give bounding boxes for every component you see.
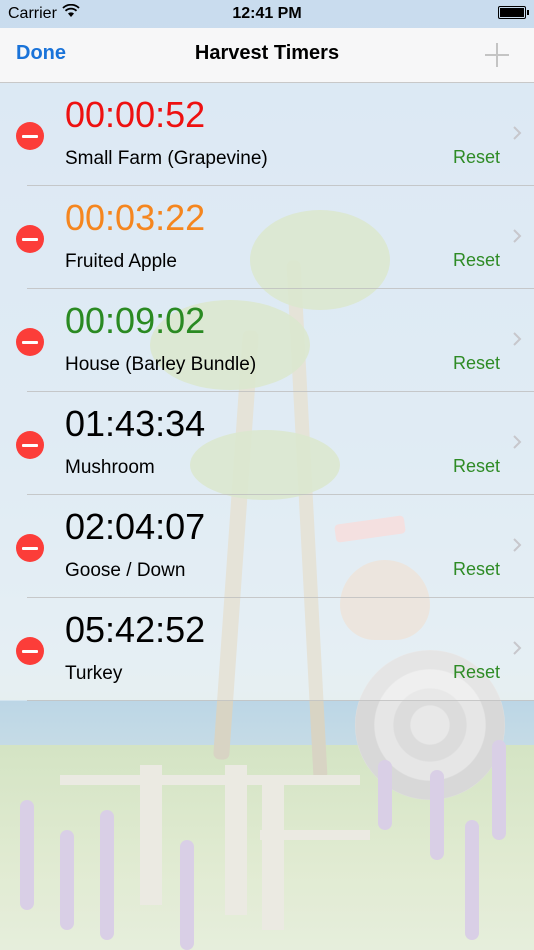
fence: [140, 765, 162, 905]
lavender-flower: [465, 820, 479, 940]
lavender-flower: [20, 800, 34, 910]
clock-label: 12:41 PM: [232, 5, 302, 22]
timer-list: 00:00:52 Small Farm (Grapevine) Reset 00…: [0, 83, 534, 701]
minus-icon: [22, 546, 38, 550]
delete-button[interactable]: [16, 328, 44, 356]
add-timer-button[interactable]: [480, 38, 514, 72]
battery-icon: [498, 6, 529, 19]
timer-name: Goose / Down: [65, 560, 186, 581]
fence: [260, 830, 370, 840]
chevron-right-icon: [513, 641, 522, 655]
chevron-right-icon: [513, 229, 522, 243]
chevron-right-icon: [513, 435, 522, 449]
row-separator: [27, 700, 534, 701]
timer-row[interactable]: 05:42:52 Turkey Reset: [0, 598, 534, 701]
chevron-right-icon: [513, 332, 522, 346]
minus-icon: [22, 340, 38, 344]
minus-icon: [22, 134, 38, 138]
reset-button[interactable]: Reset: [453, 557, 500, 581]
timer-name: Mushroom: [65, 457, 155, 478]
minus-icon: [22, 649, 38, 653]
lavender-flower: [492, 740, 506, 840]
fence: [60, 775, 360, 785]
timer-name: House (Barley Bundle): [65, 354, 257, 375]
status-bar: Carrier 12:41 PM: [0, 0, 534, 28]
timer-countdown: 02:04:07: [65, 506, 206, 547]
reset-button[interactable]: Reset: [453, 145, 500, 169]
fence: [225, 765, 247, 915]
timer-name: Small Farm (Grapevine): [65, 148, 268, 169]
lavender-flower: [60, 830, 74, 930]
timer-countdown: 01:43:34: [65, 403, 206, 444]
delete-button[interactable]: [16, 225, 44, 253]
chevron-right-icon: [513, 126, 522, 140]
plus-icon: [485, 43, 509, 67]
lavender-flower: [100, 810, 114, 940]
page-title: Harvest Timers: [194, 42, 340, 64]
reset-button[interactable]: Reset: [453, 454, 500, 478]
timer-row[interactable]: 01:43:34 Mushroom Reset: [0, 392, 534, 495]
navigation-bar: Done Harvest Timers: [0, 28, 534, 83]
minus-icon: [22, 443, 38, 447]
lavender-flower: [430, 770, 444, 860]
timer-countdown: 00:03:22: [65, 197, 206, 238]
timer-name: Turkey: [65, 663, 123, 684]
delete-button[interactable]: [16, 431, 44, 459]
delete-button[interactable]: [16, 534, 44, 562]
chevron-right-icon: [513, 538, 522, 552]
timer-row[interactable]: 00:09:02 House (Barley Bundle) Reset: [0, 289, 534, 392]
timer-row[interactable]: 00:00:52 Small Farm (Grapevine) Reset: [0, 83, 534, 186]
lavender-flower: [378, 760, 392, 830]
timer-name: Fruited Apple: [65, 251, 177, 272]
minus-icon: [22, 237, 38, 241]
reset-button[interactable]: Reset: [453, 660, 500, 684]
timer-countdown: 05:42:52: [65, 609, 206, 650]
timer-row[interactable]: 02:04:07 Goose / Down Reset: [0, 495, 534, 598]
lavender-flower: [180, 840, 194, 950]
reset-button[interactable]: Reset: [453, 248, 500, 272]
fence: [262, 780, 284, 930]
done-button[interactable]: Done: [16, 42, 66, 65]
delete-button[interactable]: [16, 122, 44, 150]
timer-countdown: 00:09:02: [65, 300, 206, 341]
timer-countdown: 00:00:52: [65, 94, 206, 135]
timer-row[interactable]: 00:03:22 Fruited Apple Reset: [0, 186, 534, 289]
delete-button[interactable]: [16, 637, 44, 665]
reset-button[interactable]: Reset: [453, 351, 500, 375]
